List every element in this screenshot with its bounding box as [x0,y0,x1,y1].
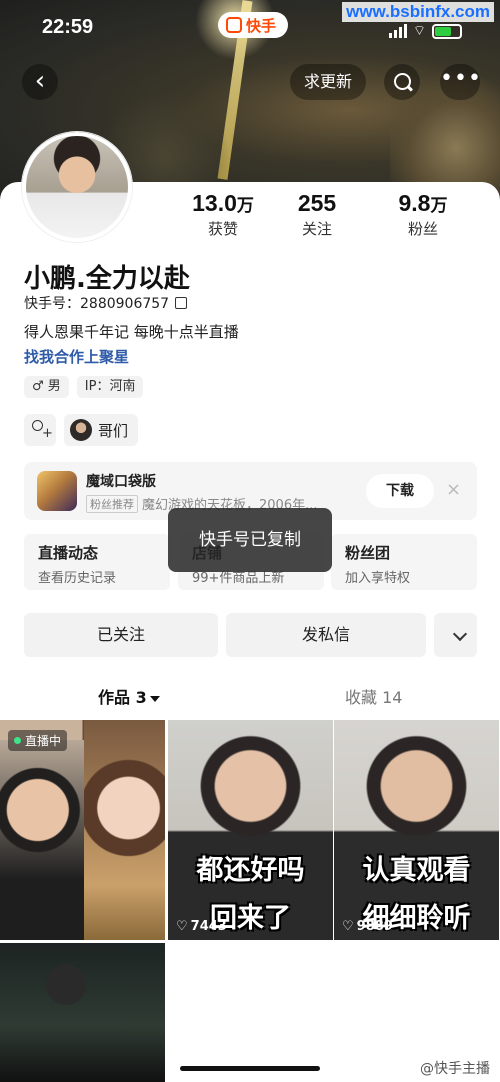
back-button[interactable]: ‹ [22,64,58,100]
stat-fans-label: 粉丝 [407,220,438,238]
status-bar: 22:59 快手 www.bsbinfx.com ⌔ [0,2,500,46]
status-icons: ⌔ [388,22,462,40]
video-tile[interactable]: 认真观看 细细聆听 ♡ 9889 [334,720,499,940]
site-watermark: www.bsbinfx.com [342,2,494,22]
home-indicator[interactable] [180,1066,320,1071]
stat-fans[interactable]: 9.8万 粉丝 [368,190,478,239]
stat-likes-number: 13.0 [192,190,237,216]
more-button[interactable]: ••• [440,64,482,100]
game-title: 魔域口袋版 [86,474,156,490]
friend-label: 哥们 [98,421,129,440]
like-count: ♡ 7443 [176,919,227,934]
expand-more-button[interactable] [434,613,477,657]
send-message-button[interactable]: 发私信 [226,613,426,657]
chevron-left-icon: ‹ [34,66,46,96]
video-tile[interactable] [0,943,165,1082]
friends-row: 哥们 [24,414,139,446]
video-tile[interactable]: 直播中 [0,720,165,940]
profile-name: 小鹏.全力以赴 [24,264,190,294]
stat-following[interactable]: 255 关注 [262,190,372,239]
signal-icon [388,24,407,38]
user-id-text: 快手号：2880906757 [24,296,170,312]
close-icon[interactable]: × [446,479,461,500]
heart-icon: ♡ [342,919,354,934]
add-friend-button[interactable] [24,414,56,446]
more-dots-icon: ••• [440,66,482,91]
business-link[interactable]: 找我合作上聚星 [24,346,129,367]
kuaishou-logo-icon [226,17,242,33]
tab-works[interactable]: 作品 3 [98,684,160,708]
profile-bio: 得人恩果千年记 每晚十点半直播 [24,323,239,341]
ip-location-tag: IP：河南 [76,376,144,398]
shortcut-title: 粉丝团 [345,544,391,562]
stat-following-label: 关注 [301,220,332,238]
stat-likes-unit: 万 [236,196,254,215]
like-count-value: 7443 [190,919,227,934]
video-grid: 直播中 都还好吗 回来了 ♡ 7443 认真观看 细细聆听 ♡ 9889 [0,720,500,1082]
heart-icon: ♡ [176,919,188,934]
search-button[interactable] [384,64,420,100]
copied-toast: 快手号已复制 [168,508,332,572]
live-dot-icon [14,737,21,744]
like-count-value: 9889 [356,919,393,934]
live-badge: 直播中 [8,730,68,751]
friend-avatar [70,419,92,441]
download-button[interactable]: 下载 [366,474,434,508]
video-tile[interactable]: 都还好吗 回来了 ♡ 7443 [168,720,333,940]
fan-recommend-badge: 粉丝推荐 [86,494,138,513]
battery-icon [432,23,462,39]
top-nav: ‹ 求更新 ••• [0,60,500,104]
friend-chip[interactable]: 哥们 [64,414,139,446]
avatar[interactable] [22,132,132,242]
shortcut-title: 直播动态 [38,544,99,562]
stat-fans-unit: 万 [430,196,448,215]
content-tabs: 作品 3 收藏 14 [0,680,500,716]
video-caption-line1: 都还好吗 [196,855,305,886]
like-count: ♡ 9889 [342,919,393,934]
tab-works-label: 作品 3 [98,688,147,707]
copy-icon[interactable] [175,297,188,309]
wifi-icon: ⌔ [412,23,426,39]
gender-tag: ♂ 男 [24,376,69,398]
live-label: 直播中 [25,734,62,748]
app-brand-badge: 快手 [218,12,289,38]
game-thumbnail [37,471,77,511]
followed-button[interactable]: 已关注 [24,613,218,657]
request-update-button[interactable]: 求更新 [290,64,367,100]
shortcut-subtitle: 加入享特权 [345,571,411,586]
shortcut-fan-club[interactable]: 粉丝团 加入享特权 [331,534,477,590]
footer-watermark: @快手主播 [420,1061,490,1077]
profile-tags: ♂ 男 IP：河南 [24,376,144,398]
caret-down-icon [149,695,160,702]
status-time: 22:59 [42,16,94,38]
app-brand-label: 快手 [246,16,277,35]
stat-fans-number: 9.8 [398,190,431,216]
user-id-row[interactable]: 快手号：2880906757 [24,293,188,313]
tab-collects[interactable]: 收藏 14 [345,684,402,708]
shortcut-subtitle: 查看历史记录 [38,571,117,586]
video-caption-line1: 认真观看 [362,855,471,886]
stat-following-number: 255 [297,190,337,216]
shortcut-live-history[interactable]: 直播动态 查看历史记录 [24,534,170,590]
